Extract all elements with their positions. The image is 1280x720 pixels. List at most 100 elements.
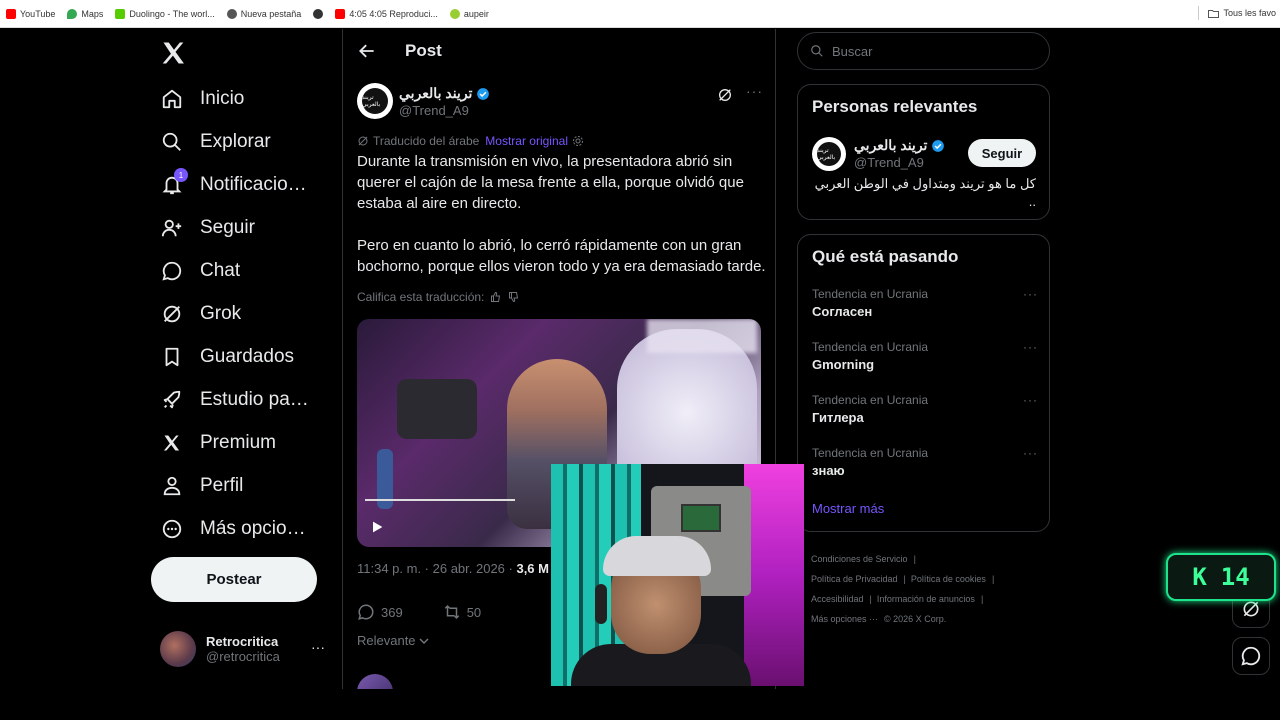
panel-title: Qué está pasando [812, 247, 959, 266]
post-actions: 369 50 [357, 603, 481, 621]
bookmark-video[interactable]: 4:05 4:05 Reproduci... [335, 8, 438, 19]
play-icon[interactable] [369, 519, 385, 535]
trend-item[interactable]: Tendencia en Ucrania Gmorning ··· [812, 340, 1038, 380]
duolingo-icon [115, 8, 126, 19]
post-timestamp[interactable]: 11:34 p. m. · 26 abr. 2026 · [357, 561, 516, 576]
trend-item[interactable]: Tendencia en Ucrania Гитлера ··· [812, 393, 1038, 433]
trends-panel: Qué está pasando Tendencia en Ucrania Со… [797, 234, 1050, 532]
more-icon[interactable]: ··· [311, 639, 325, 655]
chevron-down-icon [419, 638, 429, 645]
thumbs-up-icon[interactable] [490, 291, 502, 303]
account-info: Retrocritica @retrocritica [206, 634, 280, 664]
grok-icon[interactable] [717, 87, 733, 103]
sidebar-item-creator-studio[interactable]: Estudio para creadores [150, 378, 330, 421]
relevant-people-panel: Personas relevantes تريند بالعربي تريند … [797, 84, 1050, 220]
reply-sort-dropdown[interactable]: Relevante [357, 633, 429, 648]
footer-link-privacy[interactable]: Política de Privacidad [811, 574, 898, 584]
back-arrow-icon[interactable] [357, 41, 377, 61]
thumbs-down-icon[interactable] [508, 291, 520, 303]
footer-row: Política de Privacidad | Política de cook… [811, 574, 995, 584]
post-button[interactable]: Postear [151, 557, 317, 602]
k14-number: 14 [1220, 563, 1250, 591]
webcam-pink-light [744, 464, 804, 686]
sidebar-item-grok[interactable]: Grok [150, 292, 330, 335]
sidebar-item-notifications[interactable]: 1 Notificaciones [150, 163, 330, 206]
video-progress-bar[interactable] [365, 499, 515, 501]
trend-name: знаю [812, 463, 845, 478]
trend-name: Gmorning [812, 357, 875, 372]
follow-button[interactable]: Seguir [968, 139, 1036, 167]
author-name-row[interactable]: تريند بالعربي [399, 85, 490, 102]
sidebar-item-more[interactable]: Más opciones [150, 507, 330, 550]
page-title: Post [405, 41, 442, 60]
footer-link-terms[interactable]: Condiciones de Servicio [811, 554, 908, 564]
x-logo-icon[interactable] [160, 39, 188, 67]
bookmarks-divider [1198, 6, 1199, 20]
account-switcher[interactable]: Retrocritica @retrocritica ··· [160, 629, 335, 669]
more-icon[interactable]: ··· [1023, 340, 1038, 354]
person-icon [160, 474, 184, 498]
chat-icon [1241, 646, 1261, 666]
more-icon[interactable]: ··· [1023, 446, 1038, 460]
footer-link-ads-info[interactable]: Información de anuncios [877, 594, 975, 604]
repost-icon [444, 604, 459, 620]
bookmark-unnamed[interactable] [313, 8, 324, 19]
relevant-person-name-row[interactable]: تريند بالعربي [854, 137, 945, 154]
footer-copyright: © 2026 X Corp. [884, 614, 947, 624]
bookmark-new-tab[interactable]: Nueva pestaña [226, 8, 301, 19]
sidebar-item-premium[interactable]: Premium [150, 421, 330, 464]
sidebar-item-profile[interactable]: Perfil [150, 464, 330, 507]
messages-floating-button[interactable] [1232, 637, 1270, 675]
reply-button[interactable]: 369 [357, 603, 403, 621]
avatar[interactable]: تريند بالعربي [812, 137, 846, 171]
bookmark-youtube[interactable]: YouTube [6, 8, 55, 19]
sidebar-item-bookmarks[interactable]: Guardados [150, 335, 330, 378]
grok-icon [160, 302, 184, 326]
more-icon[interactable]: ··· [746, 83, 763, 99]
youtube-icon [335, 8, 346, 19]
post-header: Post [343, 29, 775, 73]
trend-name: Согласен [812, 304, 873, 319]
sidebar-item-label: Guardados [200, 345, 295, 367]
sidebar-item-chat[interactable]: Chat [150, 249, 330, 292]
repost-count: 50 [466, 604, 482, 620]
search-box[interactable] [797, 32, 1050, 70]
bookmark-aupeir[interactable]: aupeir [449, 8, 489, 19]
avatar[interactable] [357, 674, 393, 689]
k14-badge: K 14 [1166, 553, 1276, 601]
webcam-radar-screen [681, 504, 721, 532]
avatar[interactable]: تريند بالعربي [357, 83, 393, 119]
gear-icon[interactable] [572, 135, 584, 147]
sidebar-item-label: Estudio para creadores [200, 388, 315, 410]
webcam-headset [595, 584, 607, 624]
home-icon [160, 87, 184, 111]
trend-item[interactable]: Tendencia en Ucrania знаю ··· [812, 446, 1038, 486]
sidebar-item-follow[interactable]: Seguir [150, 206, 330, 249]
author-name: تريند بالعربي [399, 85, 473, 101]
chrome-icon [226, 8, 237, 19]
all-bookmarks[interactable]: Tous les favo [1208, 8, 1276, 18]
repost-button[interactable]: 50 [443, 603, 481, 621]
more-icon[interactable]: ··· [1023, 287, 1038, 301]
sidebar-item-home[interactable]: Inicio [150, 77, 330, 120]
video-microphone [397, 379, 477, 439]
bookmark-duolingo[interactable]: Duolingo - The worl... [115, 8, 215, 19]
search-input[interactable] [832, 43, 1032, 59]
footer-link-cookies[interactable]: Política de cookies [911, 574, 986, 584]
sidebar-item-explore[interactable]: Explorar [150, 120, 330, 163]
webcam-overlay [551, 464, 804, 686]
more-icon[interactable]: ··· [1023, 393, 1038, 407]
relevant-person-handle[interactable]: @Trend_A9 [854, 155, 924, 170]
site-footer: Condiciones de Servicio | Política de Pri… [811, 549, 1051, 629]
show-more-link[interactable]: Mostrar más [812, 501, 884, 516]
rate-label: Califica esta traducción: [357, 290, 485, 304]
bookmark-maps[interactable]: Maps [67, 8, 103, 19]
show-original-link[interactable]: Mostrar original [485, 134, 568, 148]
author-handle[interactable]: @Trend_A9 [399, 103, 469, 118]
footer-link-accessibility[interactable]: Accesibilidad [811, 594, 864, 604]
sidebar-item-label: Grok [200, 302, 242, 324]
trend-item[interactable]: Tendencia en Ucrania Согласен ··· [812, 287, 1038, 327]
footer-link-more[interactable]: Más opciones ··· [811, 614, 878, 624]
rate-translation: Califica esta traducción: [357, 290, 520, 304]
sidebar-item-label: Explorar [200, 130, 271, 152]
